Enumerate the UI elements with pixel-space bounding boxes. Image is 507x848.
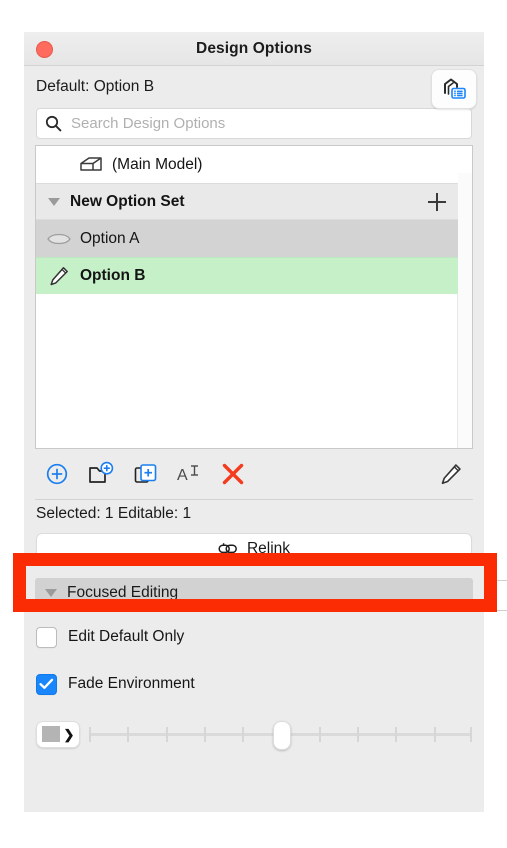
focused-editing-title: Focused Editing bbox=[67, 584, 179, 601]
selection-status-text: Selected: 1 Editable: 1 bbox=[36, 505, 192, 522]
color-swatch-button[interactable]: ❯ bbox=[36, 720, 80, 748]
default-option-row: Default: Option B bbox=[24, 66, 484, 109]
list-item-main-model[interactable]: (Main Model) bbox=[36, 146, 458, 183]
default-option-label: Default: Option B bbox=[36, 78, 155, 95]
new-option-button[interactable] bbox=[79, 461, 123, 487]
slider-tick bbox=[203, 727, 206, 742]
edit-option-button[interactable] bbox=[429, 462, 473, 486]
fade-environment-row[interactable]: Fade Environment bbox=[24, 666, 484, 702]
svg-text:A: A bbox=[177, 467, 188, 484]
list-item-option-a[interactable]: Option A bbox=[36, 220, 458, 257]
list-item-label: Option B bbox=[80, 267, 146, 284]
rename-text-icon: A bbox=[177, 465, 198, 484]
duplicate-option-button[interactable] bbox=[123, 462, 167, 487]
search-input[interactable] bbox=[71, 115, 463, 132]
disclosure-triangle-icon[interactable] bbox=[48, 197, 60, 206]
list-item-new-option-set[interactable]: New Option Set bbox=[36, 183, 458, 220]
list-item-label: New Option Set bbox=[70, 192, 185, 210]
slider-tick bbox=[395, 727, 398, 742]
edit-default-only-checkbox[interactable] bbox=[36, 626, 57, 648]
slider-tick bbox=[357, 727, 360, 742]
search-box[interactable] bbox=[36, 108, 472, 139]
design-options-list: (Main Model) New Option Set Option A Opt… bbox=[35, 145, 473, 449]
fade-environment-label: Fade Environment bbox=[68, 675, 195, 692]
panel-titlebar: Design Options bbox=[24, 32, 484, 66]
checkmark-icon bbox=[39, 678, 54, 689]
slider-tick bbox=[127, 727, 130, 742]
fade-environment-checkbox[interactable] bbox=[36, 673, 57, 695]
lens-shape-icon bbox=[44, 231, 74, 247]
list-toolbar: A bbox=[35, 449, 473, 499]
new-option-set-button[interactable] bbox=[35, 462, 79, 486]
list-item-label: (Main Model) bbox=[112, 155, 203, 173]
pencil-icon bbox=[441, 464, 461, 485]
slider-tick bbox=[318, 727, 321, 742]
disclosure-triangle-icon[interactable] bbox=[45, 589, 57, 597]
fade-slider-row: ❯ bbox=[24, 711, 484, 757]
rename-option-button[interactable]: A bbox=[167, 462, 211, 486]
red-x-icon bbox=[222, 463, 244, 485]
search-container bbox=[24, 108, 484, 145]
edit-default-only-row[interactable]: Edit Default Only bbox=[24, 619, 484, 655]
background-line bbox=[497, 610, 507, 611]
fade-slider[interactable] bbox=[89, 721, 472, 750]
relink-label: Relink bbox=[246, 539, 291, 557]
list-item-option-b[interactable]: Option B bbox=[36, 257, 458, 294]
screenshot-root: Design Options Default: Option B Search … bbox=[0, 0, 507, 848]
model-list-icon bbox=[444, 78, 466, 99]
pencil-icon bbox=[44, 265, 74, 287]
edit-default-only-label: Edit Default Only bbox=[68, 628, 185, 645]
folder-plus-icon bbox=[89, 461, 114, 483]
focused-editing-header[interactable]: Focused Editing bbox=[35, 578, 473, 608]
slider-tick bbox=[470, 727, 472, 742]
slider-tick bbox=[433, 727, 436, 742]
color-swatch-icon bbox=[41, 726, 60, 742]
slider-thumb[interactable] bbox=[272, 721, 291, 750]
design-options-panel: Design Options Default: Option B Search … bbox=[24, 32, 484, 812]
panel-title: Design Options bbox=[196, 39, 312, 57]
list-item-label: Option A bbox=[80, 229, 140, 247]
house-model-icon bbox=[76, 156, 106, 174]
circle-plus-icon bbox=[46, 463, 68, 485]
relink-container: Relink bbox=[24, 528, 484, 572]
chevron-right-icon: ❯ bbox=[63, 726, 75, 742]
slider-tick bbox=[242, 727, 245, 742]
slider-tick bbox=[89, 727, 91, 742]
background-line bbox=[497, 580, 507, 581]
close-dot-icon[interactable] bbox=[36, 41, 53, 58]
relink-button[interactable]: Relink bbox=[36, 533, 472, 564]
chain-links-icon bbox=[218, 542, 237, 555]
add-option-plus-icon[interactable] bbox=[428, 192, 446, 211]
delete-option-button[interactable] bbox=[211, 461, 255, 487]
list-scrollbar[interactable] bbox=[457, 173, 472, 448]
copy-plus-icon bbox=[134, 463, 156, 483]
model-list-button[interactable] bbox=[431, 69, 477, 109]
search-icon bbox=[45, 115, 62, 132]
selection-status-row: Selected: 1 Editable: 1 bbox=[24, 500, 484, 528]
slider-tick bbox=[165, 727, 168, 742]
